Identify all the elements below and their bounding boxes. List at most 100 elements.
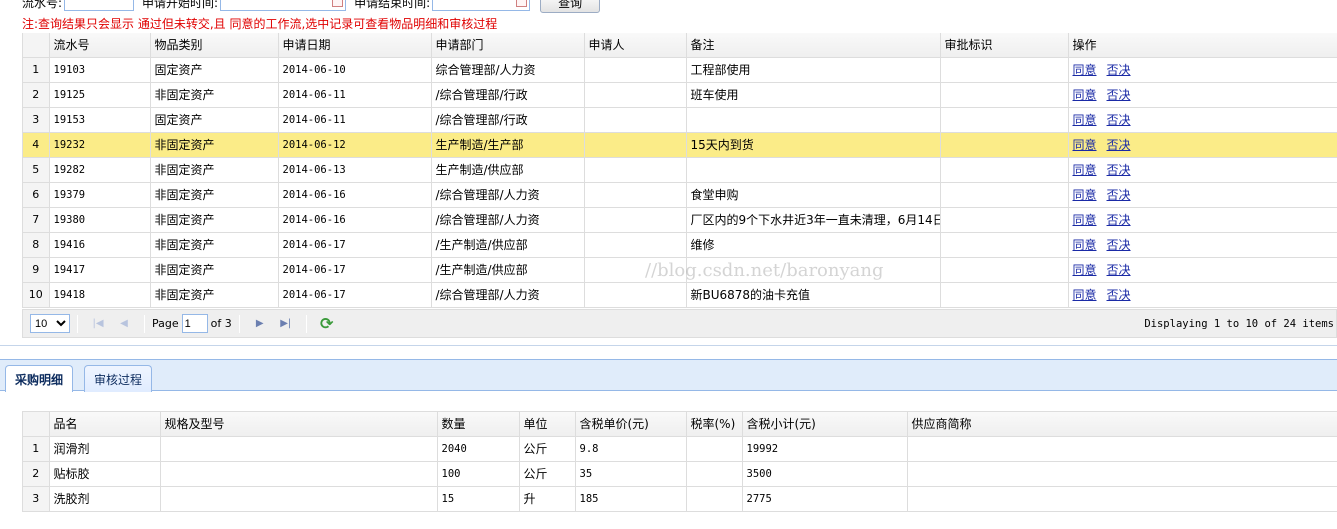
- table-row[interactable]: 7 19380 非固定资产 2014-06-16/综合管理部/人力资 厂区内的9个下水井…: [23, 207, 1337, 233]
- remark-cell: 新BU6878的油卡充值: [686, 282, 941, 308]
- calendar-icon[interactable]: [516, 0, 528, 7]
- approve-link[interactable]: 同意: [1073, 288, 1097, 302]
- approve-link[interactable]: 同意: [1073, 188, 1097, 202]
- table-row[interactable]: 2 19125 非固定资产 2014-06-11/综合管理部/行政 班车使用 同意 否决: [23, 82, 1337, 108]
- applicant-cell: [584, 82, 687, 108]
- flag-cell: [940, 232, 1069, 258]
- supplier-cell: [907, 461, 1337, 487]
- divider: [144, 314, 145, 333]
- last-page-icon[interactable]: ▶|: [277, 315, 295, 333]
- grid-header-row: 流水号 物品类别 申请日期 申请部门 申请人 备注 审批标识 操作: [23, 33, 1337, 58]
- applicant-cell: [584, 157, 687, 183]
- next-page-icon[interactable]: ▶: [251, 315, 269, 333]
- table-row[interactable]: 6 19379 非固定资产 2014-06-16/综合管理部/人力资 食堂申购 同意 否决: [23, 182, 1337, 208]
- pagination-bar: 10 |◀ ◀ Page of 3 ▶ ▶| ⟳ Displaying 1 to…: [22, 309, 1337, 338]
- approve-link[interactable]: 同意: [1073, 263, 1097, 277]
- type-cell: 非固定资产: [150, 82, 279, 108]
- tax-cell: [686, 461, 743, 487]
- approve-link[interactable]: 同意: [1073, 238, 1097, 252]
- tab-purchase-detail[interactable]: 采购明细: [5, 365, 74, 392]
- col-header-date[interactable]: 申请日期: [278, 33, 432, 58]
- reject-link[interactable]: 否决: [1107, 213, 1131, 227]
- approve-link[interactable]: 同意: [1073, 88, 1097, 102]
- calendar-icon[interactable]: [332, 0, 344, 7]
- first-page-icon[interactable]: |◀: [89, 315, 107, 333]
- col-header-action[interactable]: 操作: [1068, 33, 1337, 58]
- col-header-type[interactable]: 物品类别: [150, 33, 279, 58]
- query-button[interactable]: 查询: [540, 0, 601, 13]
- serial-cell: 19417: [49, 257, 151, 283]
- page-size-select[interactable]: 10: [30, 314, 70, 333]
- serial-input[interactable]: [64, 0, 135, 11]
- reject-link[interactable]: 否决: [1107, 238, 1131, 252]
- col-header-unit[interactable]: 单位: [519, 412, 576, 437]
- col-header-price[interactable]: 含税单价(元): [575, 412, 687, 437]
- table-row[interactable]: 10 19418 非固定资产 2014-06-17/综合管理部/人力资 新BU6878的…: [23, 282, 1337, 308]
- remark-cell: [686, 157, 941, 183]
- panel-splitter[interactable]: [0, 345, 1337, 359]
- reject-link[interactable]: 否决: [1107, 63, 1131, 77]
- page-number-input[interactable]: [181, 314, 208, 333]
- reject-link[interactable]: 否决: [1107, 113, 1131, 127]
- action-cell: 同意 否决: [1068, 107, 1337, 133]
- table-row[interactable]: 3 19153 固定资产 2014-06-11/综合管理部/行政 同意 否决: [23, 107, 1337, 133]
- supplier-cell: [907, 436, 1337, 462]
- col-header-serial[interactable]: 流水号: [49, 33, 151, 58]
- serial-cell: 19379: [49, 182, 151, 208]
- start-date-field[interactable]: [218, 0, 347, 11]
- reject-link[interactable]: 否决: [1107, 163, 1131, 177]
- dept-cell: /生产制造/供应部: [431, 232, 585, 258]
- table-row[interactable]: 8 19416 非固定资产 2014-06-17/生产制造/供应部 维修 同意 否决: [23, 232, 1337, 258]
- col-header-remark[interactable]: 备注: [686, 33, 941, 58]
- table-row[interactable]: 2 贴标胶 100 公斤 35 3500: [23, 461, 1337, 487]
- start-date-input[interactable]: [220, 0, 347, 11]
- table-row[interactable]: 1 19103 固定资产 2014-06-10 综合管理部/人力资 工程部使用 同意 否决: [23, 57, 1337, 83]
- table-row[interactable]: 4 19232 非固定资产 2014-06-12 生产制造/生产部 15天内到货 同意 否决: [23, 132, 1337, 158]
- date-cell: 2014-06-11: [278, 107, 432, 133]
- col-header-name[interactable]: 品名: [49, 412, 161, 437]
- col-header-spec[interactable]: 规格及型号: [160, 412, 438, 437]
- remark-cell: 食堂申购: [686, 182, 941, 208]
- table-row[interactable]: 3 洗胶剂 15 升 185 2775: [23, 486, 1337, 512]
- approve-link[interactable]: 同意: [1073, 63, 1097, 77]
- tab-audit-process[interactable]: 审核过程: [84, 365, 153, 392]
- applicant-cell: [584, 232, 687, 258]
- reject-link[interactable]: 否决: [1107, 288, 1131, 302]
- row-number: 8: [23, 232, 50, 258]
- reject-link[interactable]: 否决: [1107, 88, 1131, 102]
- reject-link[interactable]: 否决: [1107, 188, 1131, 202]
- remark-cell: 班车使用: [686, 82, 941, 108]
- col-header-supplier[interactable]: 供应商简称: [907, 412, 1337, 437]
- reject-link[interactable]: 否决: [1107, 263, 1131, 277]
- table-row[interactable]: 1 润滑剂 2040 公斤 9.8 19992: [23, 436, 1337, 462]
- type-cell: 非固定资产: [150, 257, 279, 283]
- approve-link[interactable]: 同意: [1073, 138, 1097, 152]
- prev-page-icon[interactable]: ◀: [115, 315, 133, 333]
- serial-cell: 19125: [49, 82, 151, 108]
- row-number: 3: [23, 107, 50, 133]
- subtotal-cell: 19992: [742, 436, 908, 462]
- dept-cell: 生产制造/生产部: [431, 132, 585, 158]
- refresh-icon[interactable]: ⟳: [318, 314, 336, 333]
- col-header-tax[interactable]: 税率(%): [686, 412, 743, 437]
- col-header-applicant[interactable]: 申请人: [584, 33, 687, 58]
- approve-link[interactable]: 同意: [1073, 163, 1097, 177]
- col-header-flag[interactable]: 审批标识: [940, 33, 1069, 58]
- approve-link[interactable]: 同意: [1073, 113, 1097, 127]
- table-row[interactable]: 9 19417 非固定资产 2014-06-17/生产制造/供应部 同意 否决: [23, 257, 1337, 283]
- col-header-dept[interactable]: 申请部门: [431, 33, 585, 58]
- dept-cell: /综合管理部/人力资: [431, 282, 585, 308]
- end-date-field[interactable]: [430, 0, 531, 11]
- col-header-subtotal[interactable]: 含税小计(元): [742, 412, 908, 437]
- start-time-label: 申请开始时间:: [142, 0, 219, 10]
- reject-link[interactable]: 否决: [1107, 138, 1131, 152]
- col-header-qty[interactable]: 数量: [437, 412, 520, 437]
- action-cell: 同意 否决: [1068, 182, 1337, 208]
- serial-cell: 19416: [49, 232, 151, 258]
- approve-link[interactable]: 同意: [1073, 213, 1097, 227]
- unit-cell: 公斤: [519, 436, 576, 462]
- type-cell: 非固定资产: [150, 282, 279, 308]
- supplier-cell: [907, 486, 1337, 512]
- table-row[interactable]: 5 19282 非固定资产 2014-06-13 生产制造/供应部 同意 否决: [23, 157, 1337, 183]
- action-cell: 同意 否决: [1068, 57, 1337, 83]
